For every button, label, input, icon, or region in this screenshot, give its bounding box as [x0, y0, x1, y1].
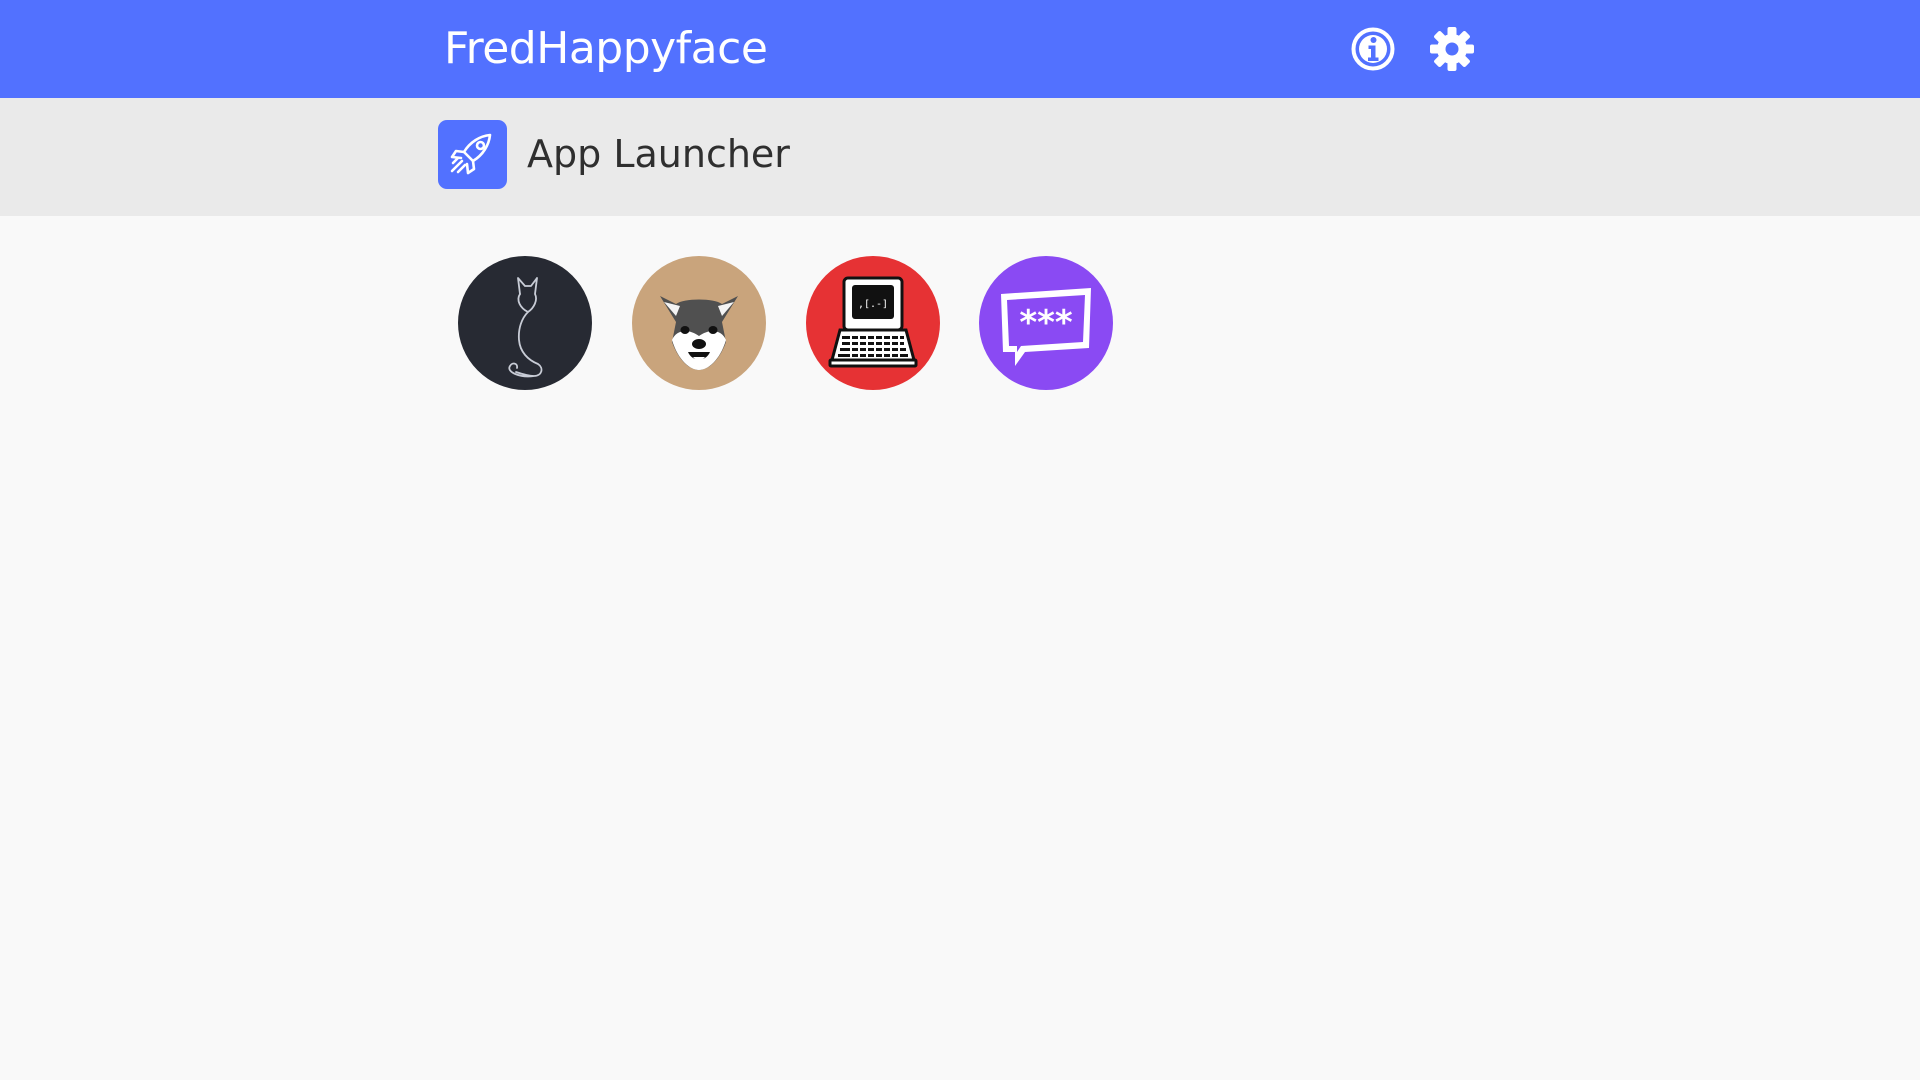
- terminal-app-launcher-button[interactable]: ,[.-]: [806, 256, 940, 390]
- screen-text: ,[.-]: [858, 299, 888, 310]
- gear-icon[interactable]: [1428, 25, 1476, 73]
- dog-app-launcher-button[interactable]: [632, 256, 766, 390]
- page-title: App Launcher: [527, 132, 790, 176]
- page-header: App Launcher: [0, 98, 1920, 216]
- top-app-bar: FredHappyface: [0, 0, 1920, 98]
- rocket-icon: [438, 120, 507, 189]
- cat-silhouette-icon: [508, 277, 543, 378]
- shiba-dog-icon: [660, 296, 738, 370]
- retro-computer-icon: ,[.-]: [828, 276, 918, 368]
- bubble-text: ***: [1019, 303, 1073, 343]
- cat-app-launcher-button[interactable]: [458, 256, 592, 390]
- brand-title[interactable]: FredHappyface: [444, 0, 768, 98]
- password-app-launcher-button[interactable]: ***: [979, 256, 1113, 390]
- info-icon[interactable]: [1349, 25, 1397, 73]
- password-chat-icon: ***: [1001, 288, 1091, 366]
- app-grid: ,[.-] ***: [0, 216, 1920, 1080]
